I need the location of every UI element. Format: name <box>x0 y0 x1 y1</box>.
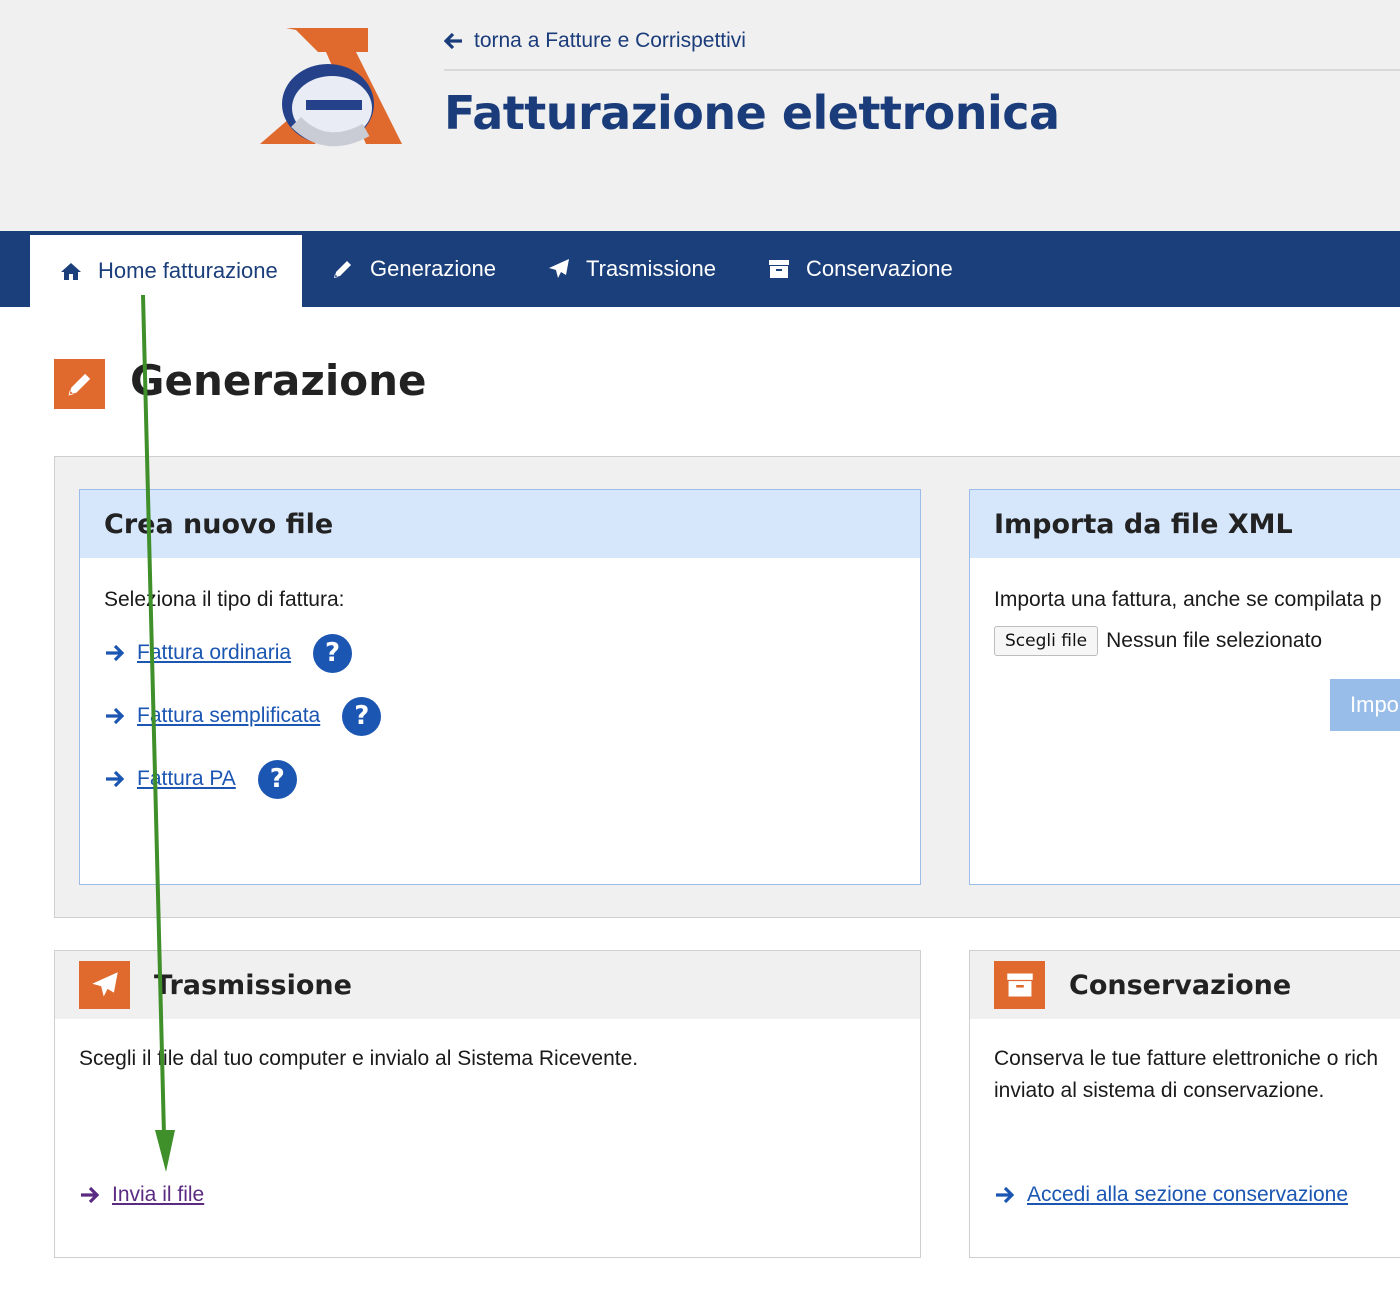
site-header: torna a Fatture e Corrispettivi Fatturaz… <box>0 0 1400 231</box>
question-circle-icon[interactable]: ? <box>342 696 382 736</box>
pencil-icon <box>334 261 351 278</box>
arrow-right-icon <box>106 707 124 725</box>
invia-file-row: Invia il file <box>79 1183 204 1207</box>
fattura-pa-row: Fattura PA ? <box>104 757 896 801</box>
back-link-label: torna a Fatture e Corrispettivi <box>474 29 746 52</box>
pencil-icon <box>68 373 90 396</box>
conservazione-panel-icon <box>994 961 1045 1009</box>
conservazione-description-line1: Conserva le tue fatture elettroniche o r… <box>994 1047 1379 1070</box>
nav-tab-trasmissione-label: Trasmissione <box>586 256 716 281</box>
importa-description: Importa una fattura, anche se compilata … <box>994 588 1382 611</box>
importa-card-title: Importa da file XML <box>970 490 1400 558</box>
header-divider <box>444 69 1400 71</box>
nav-tab-generazione[interactable]: Generazione <box>332 231 496 307</box>
trasmissione-panel: Trasmissione Scegli il file dal tuo comp… <box>54 950 921 1258</box>
import-button[interactable]: Impo <box>1330 679 1400 731</box>
nav-tab-trasmissione[interactable]: Trasmissione <box>548 231 716 307</box>
fattura-ordinaria-link[interactable]: Fattura ordinaria <box>137 641 291 665</box>
tipo-fattura-prompt: Seleziona il tipo di fattura: <box>104 588 345 611</box>
nav-tab-home[interactable]: Home fatturazione <box>30 235 302 307</box>
accedi-conservazione-link[interactable]: Accedi alla sezione conservazione <box>1027 1183 1348 1207</box>
conservazione-panel: Conservazione Conserva le tue fatture el… <box>969 950 1400 1258</box>
page-title: Generazione <box>130 356 427 405</box>
fattura-pa-link[interactable]: Fattura PA <box>137 767 236 791</box>
arrow-right-icon <box>996 1186 1014 1204</box>
agenzia-entrate-logo <box>260 28 402 147</box>
nav-tab-conservazione[interactable]: Conservazione <box>768 231 953 307</box>
accedi-conservazione-row: Accedi alla sezione conservazione <box>994 1183 1348 1207</box>
home-icon <box>61 263 81 280</box>
question-circle-icon[interactable]: ? <box>257 759 297 799</box>
arrow-right-icon <box>106 770 124 788</box>
conservazione-description-line2: inviato al sistema di conservazione. <box>994 1079 1325 1102</box>
site-title: Fatturazione elettronica <box>444 86 1060 140</box>
conservazione-title: Conservazione <box>1069 969 1292 1001</box>
archive-icon <box>1006 973 1033 997</box>
nav-tab-conservazione-label: Conservazione <box>806 256 953 281</box>
trasmissione-description: Scegli il file dal tuo computer e invial… <box>79 1047 639 1070</box>
invia-file-link[interactable]: Invia il file <box>112 1183 204 1207</box>
crea-nuovo-file-card: Crea nuovo file Seleziona il tipo di fat… <box>79 489 921 885</box>
trasmissione-panel-icon <box>79 961 130 1009</box>
fattura-ordinaria-row: Fattura ordinaria ? <box>104 631 896 675</box>
arrow-right-icon <box>81 1186 99 1204</box>
nav-tab-home-label: Home fatturazione <box>98 258 278 283</box>
crea-card-title: Crea nuovo file <box>80 490 920 558</box>
paper-plane-icon <box>91 972 118 997</box>
main-nav: Home fatturazione Generazione Trasmissio… <box>0 231 1400 307</box>
paper-plane-icon <box>549 259 569 278</box>
question-circle-icon[interactable]: ? <box>313 633 353 673</box>
archive-icon <box>769 260 789 278</box>
fattura-semplificata-link[interactable]: Fattura semplificata <box>137 704 320 728</box>
back-to-fatture-link[interactable]: torna a Fatture e Corrispettivi <box>444 27 746 55</box>
arrow-right-icon <box>106 644 124 662</box>
arrow-left-icon <box>444 32 462 50</box>
trasmissione-title: Trasmissione <box>154 969 352 1001</box>
file-status: Nessun file selezionato <box>1106 629 1323 652</box>
generazione-page-icon <box>54 359 105 409</box>
choose-file-button[interactable]: Scegli file <box>994 626 1099 656</box>
fattura-semplificata-row: Fattura semplificata ? <box>104 694 896 738</box>
nav-tab-generazione-label: Generazione <box>370 256 496 281</box>
